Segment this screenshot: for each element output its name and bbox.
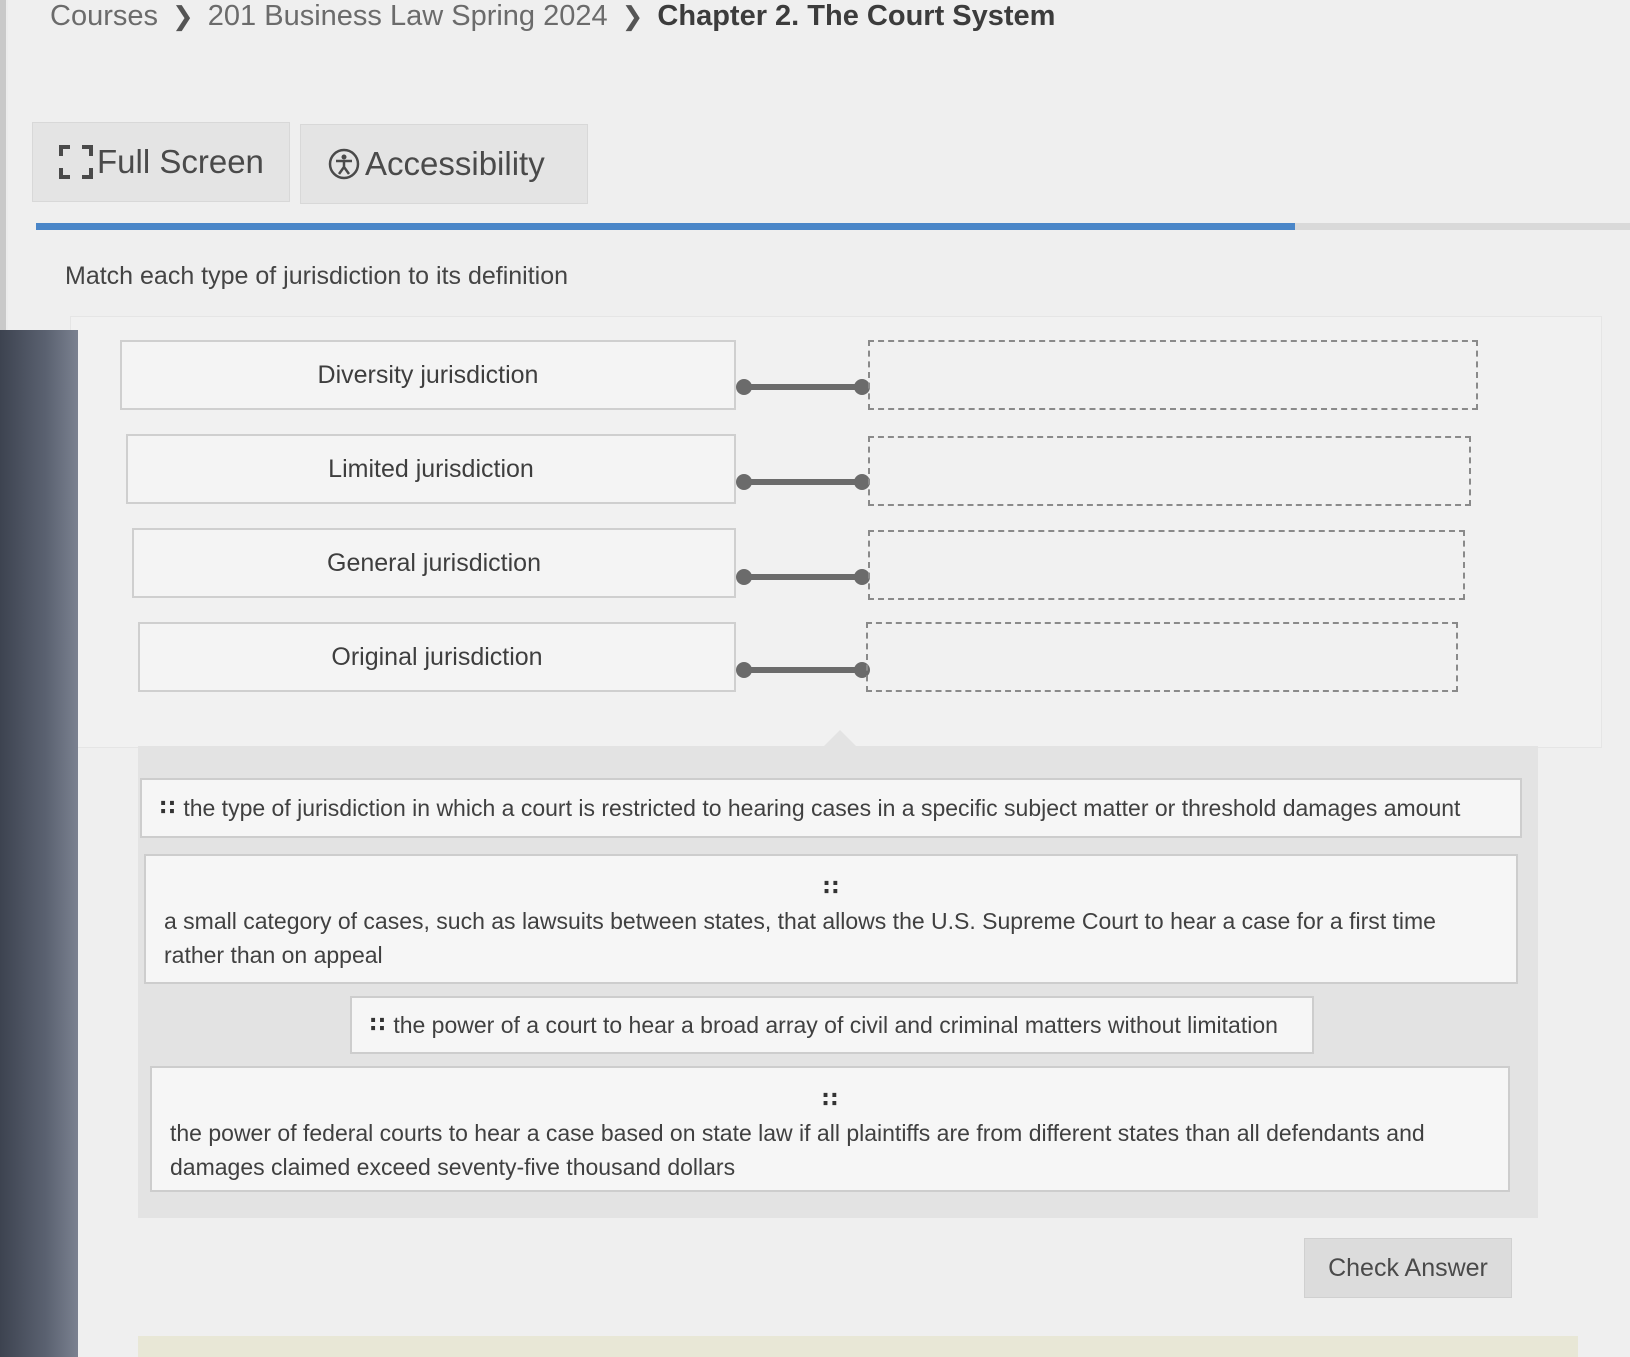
term-diversity: Diversity jurisdiction: [120, 340, 736, 410]
page: Courses ❯ 201 Business Law Spring 2024 ❯…: [8, 0, 1630, 1357]
term-label: General jurisdiction: [327, 548, 541, 577]
answer-card-general[interactable]: ∷ the power of a court to hear a broad a…: [350, 996, 1314, 1054]
answer-text: a small category of cases, such as lawsu…: [164, 908, 1436, 968]
drop-zone-original[interactable]: [866, 622, 1458, 692]
breadcrumb-current: Chapter 2. The Court System: [657, 0, 1056, 32]
drop-zone-limited[interactable]: [868, 436, 1471, 506]
connector-line: [736, 569, 870, 585]
answer-card-limited[interactable]: ∷ the type of jurisdiction in which a co…: [140, 778, 1522, 838]
drag-handle-icon[interactable]: ∷: [170, 1088, 1490, 1112]
answer-text: the power of a court to hear a broad arr…: [393, 1012, 1278, 1038]
breadcrumb-courses[interactable]: Courses: [50, 0, 158, 33]
progress-fill: [36, 223, 1296, 230]
full-screen-button[interactable]: Full Screen: [32, 122, 290, 202]
pool-caret: [824, 730, 856, 746]
answer-text: the type of jurisdiction in which a cour…: [183, 795, 1461, 821]
drop-zone-diversity[interactable]: [868, 340, 1478, 410]
fullscreen-icon: [59, 145, 93, 179]
breadcrumb: Courses ❯ 201 Business Law Spring 2024 ❯…: [50, 0, 1055, 32]
drop-zone-general[interactable]: [868, 530, 1465, 600]
accessibility-icon: [327, 147, 361, 181]
screen-edge: [0, 0, 6, 330]
accessibility-button[interactable]: Accessibility: [300, 124, 588, 204]
term-label: Limited jurisdiction: [328, 454, 534, 483]
answer-card-original[interactable]: ∷ a small category of cases, such as law…: [144, 854, 1518, 984]
feedback-strip: [138, 1336, 1578, 1357]
breadcrumb-course[interactable]: 201 Business Law Spring 2024: [208, 0, 608, 33]
term-original: Original jurisdiction: [138, 622, 736, 692]
answer-text: the power of federal courts to hear a ca…: [170, 1120, 1425, 1180]
progress-bar: [36, 223, 1630, 230]
term-limited: Limited jurisdiction: [126, 434, 736, 504]
full-screen-label: Full Screen: [97, 143, 264, 180]
screen-edge: [0, 330, 78, 1357]
drag-handle-icon[interactable]: ∷: [164, 876, 1498, 900]
chevron-right-icon: ❯: [172, 0, 194, 31]
drag-handle-icon[interactable]: ∷: [160, 791, 175, 825]
connector-line: [736, 662, 870, 678]
check-answer-button[interactable]: Check Answer: [1304, 1238, 1512, 1298]
term-label: Diversity jurisdiction: [317, 360, 539, 389]
question-instruction: Match each type of jurisdiction to its d…: [65, 262, 569, 290]
answer-card-diversity[interactable]: ∷ the power of federal courts to hear a …: [150, 1066, 1510, 1192]
term-label: Original jurisdiction: [331, 642, 543, 671]
chevron-right-icon: ❯: [621, 0, 644, 31]
accessibility-label: Accessibility: [365, 145, 545, 182]
connector-line: [736, 474, 870, 490]
drag-handle-icon[interactable]: ∷: [370, 1008, 385, 1042]
connector-line: [736, 379, 870, 395]
term-general: General jurisdiction: [132, 528, 736, 598]
